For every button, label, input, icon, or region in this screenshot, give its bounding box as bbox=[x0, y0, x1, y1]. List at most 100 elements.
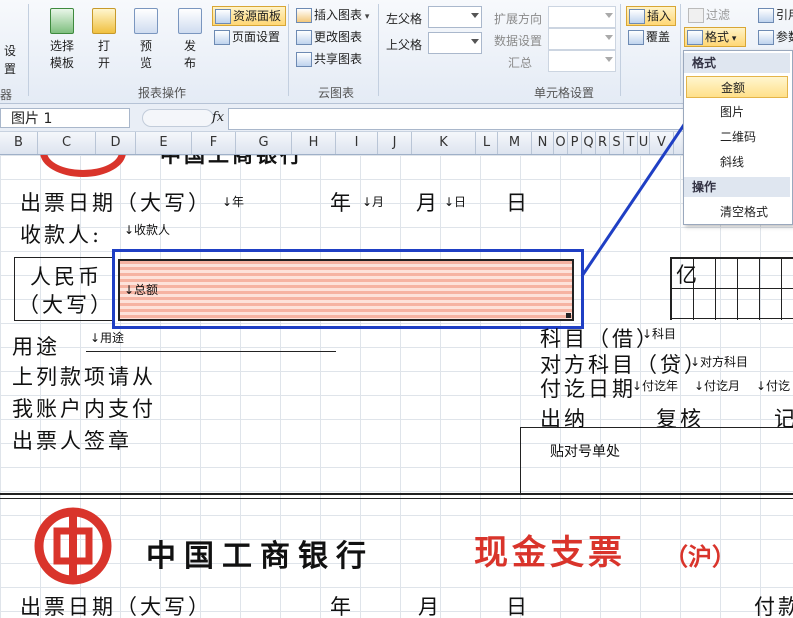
instruction-line-1: 上列款项请从 bbox=[12, 365, 156, 389]
column-header[interactable]: K bbox=[412, 132, 476, 154]
ribbon-left-partial-2: 置 bbox=[4, 62, 17, 76]
yi-label: 亿 bbox=[676, 263, 700, 287]
resource-panel-label: 资源面板 bbox=[233, 9, 282, 23]
column-header[interactable]: P bbox=[568, 132, 582, 154]
reference-label: 引用 bbox=[776, 8, 793, 22]
filter-icon bbox=[688, 8, 704, 23]
purpose-field[interactable]: ↓用途 bbox=[90, 329, 124, 346]
open-button[interactable]: 打 开 bbox=[88, 8, 120, 71]
page-setup-button[interactable]: 页面设置 bbox=[212, 28, 280, 46]
excel-icon bbox=[50, 8, 74, 34]
column-header[interactable]: M bbox=[498, 132, 532, 154]
instruction-line-2: 我账户内支付 bbox=[12, 397, 156, 421]
parameter-button[interactable]: 参数 bbox=[756, 28, 793, 46]
column-header[interactable]: D bbox=[96, 132, 136, 154]
bottom-bank-title: 中国工商银行 bbox=[146, 539, 374, 574]
insert-chart-button[interactable]: 插入图表 ▾ bbox=[294, 6, 369, 24]
column-header[interactable]: S bbox=[610, 132, 624, 154]
bottom-month: 月 bbox=[418, 595, 442, 618]
purpose-label: 用途 bbox=[12, 335, 60, 359]
insert-icon bbox=[629, 9, 645, 24]
change-chart-button[interactable]: 更改图表 bbox=[294, 28, 362, 46]
daxie-label: （大写） bbox=[18, 293, 114, 317]
document-icon bbox=[134, 8, 158, 34]
month-label: 月 bbox=[416, 191, 440, 215]
resource-panel-button[interactable]: 资源面板 bbox=[212, 6, 286, 26]
share-chart-label: 共享图表 bbox=[314, 52, 363, 66]
open-label: 打 开 bbox=[97, 39, 110, 70]
select-template-button[interactable]: 选择 模板 bbox=[44, 8, 80, 71]
instruction-line-3: 出票人签章 bbox=[12, 429, 132, 453]
column-header[interactable]: Q bbox=[582, 132, 596, 154]
column-header[interactable]: C bbox=[38, 132, 96, 154]
preview-label: 预 览 bbox=[139, 39, 152, 70]
reference-button[interactable]: 引用 bbox=[756, 6, 793, 24]
column-header[interactable]: I bbox=[336, 132, 378, 154]
top-parent-combo[interactable] bbox=[428, 32, 482, 54]
ribbon: 设 置 器 选择 模板 打 开 预 览 发 布 资源面板 页面设置 报表操作 插… bbox=[0, 0, 793, 104]
column-header[interactable]: L bbox=[476, 132, 498, 154]
menu-item-diagonal[interactable]: 斜线 bbox=[686, 151, 788, 173]
pay-day-field[interactable]: ↓付讫 bbox=[756, 377, 790, 394]
highlight-box bbox=[112, 249, 584, 329]
account-field[interactable]: ↓科目 bbox=[642, 325, 676, 342]
insert-button[interactable]: 插入 bbox=[626, 6, 676, 26]
cloud-group-label: 云图表 bbox=[318, 86, 355, 100]
left-parent-combo[interactable] bbox=[428, 6, 482, 28]
share-chart-icon bbox=[296, 52, 312, 67]
payee-label: 收款人: bbox=[20, 223, 103, 247]
menu-item-clear-format[interactable]: 清空格式 bbox=[686, 201, 788, 223]
column-header[interactable]: B bbox=[0, 132, 38, 154]
expand-direction-combo[interactable] bbox=[548, 6, 616, 28]
column-header[interactable]: V bbox=[650, 132, 674, 154]
purpose-underline bbox=[86, 351, 336, 352]
left-parent-label: 左父格 bbox=[386, 12, 423, 26]
publish-button[interactable]: 发 布 bbox=[172, 8, 208, 71]
share-chart-button[interactable]: 共享图表 bbox=[294, 50, 362, 68]
top-bank-title: 中国工商银行 bbox=[160, 155, 304, 169]
column-header[interactable]: N bbox=[532, 132, 554, 154]
year-field[interactable]: ↓年 bbox=[222, 193, 244, 210]
column-header[interactable]: R bbox=[596, 132, 610, 154]
day-label: 日 bbox=[506, 191, 530, 215]
column-header[interactable]: T bbox=[624, 132, 638, 154]
fx-icon[interactable]: fx bbox=[212, 110, 224, 125]
counter-field[interactable]: ↓对方科目 bbox=[690, 353, 748, 370]
publish-icon bbox=[178, 8, 202, 34]
expand-direction-label: 扩展方向 bbox=[494, 12, 543, 26]
filter-button[interactable]: 过滤 bbox=[686, 6, 730, 24]
top-parent-label: 上父格 bbox=[386, 38, 423, 52]
pay-year-field[interactable]: ↓付讫年 bbox=[632, 377, 678, 394]
name-box-scroll[interactable] bbox=[142, 109, 214, 127]
column-header[interactable]: O bbox=[554, 132, 568, 154]
menu-item-image[interactable]: 图片 bbox=[686, 101, 788, 123]
column-header[interactable]: U bbox=[638, 132, 650, 154]
separator bbox=[378, 4, 379, 96]
data-setting-combo[interactable] bbox=[548, 28, 616, 50]
pay-date-label: 付讫日期 bbox=[540, 377, 636, 401]
name-box[interactable]: 图片 1 bbox=[0, 108, 130, 128]
sheet-area[interactable]: 中国工商银行 出票日期（大写） ↓年 年 ↓月 月 ↓日 日 收款人: ↓收款人… bbox=[0, 155, 793, 618]
column-header-bar: B C D E F G H I J K L M N O P Q R S T U … bbox=[0, 132, 793, 155]
summary-combo[interactable] bbox=[548, 50, 616, 72]
column-header[interactable]: E bbox=[136, 132, 192, 154]
ribbon-left-partial-1: 设 bbox=[4, 44, 17, 58]
menu-item-amount[interactable]: 金额 bbox=[686, 76, 788, 98]
column-header[interactable]: H bbox=[292, 132, 336, 154]
column-header[interactable]: F bbox=[192, 132, 236, 154]
column-header[interactable]: J bbox=[378, 132, 412, 154]
summary-label: 汇总 bbox=[508, 56, 533, 70]
paste-here-label: 贴对号单处 bbox=[550, 444, 620, 460]
separator bbox=[288, 4, 289, 96]
cover-button[interactable]: 覆盖 bbox=[626, 28, 670, 46]
menu-item-qrcode[interactable]: 二维码 bbox=[686, 126, 788, 148]
column-header[interactable]: G bbox=[236, 132, 292, 154]
payee-field[interactable]: ↓收款人 bbox=[124, 221, 170, 238]
pay-month-field[interactable]: ↓付讫月 bbox=[694, 377, 740, 394]
format-button[interactable]: 格式 ▾ bbox=[684, 27, 746, 47]
chart-edit-icon bbox=[296, 30, 312, 45]
preview-button[interactable]: 预 览 bbox=[130, 8, 162, 71]
month-field[interactable]: ↓月 bbox=[362, 193, 384, 210]
day-field[interactable]: ↓日 bbox=[444, 193, 466, 210]
chevron-down-icon bbox=[471, 13, 479, 18]
